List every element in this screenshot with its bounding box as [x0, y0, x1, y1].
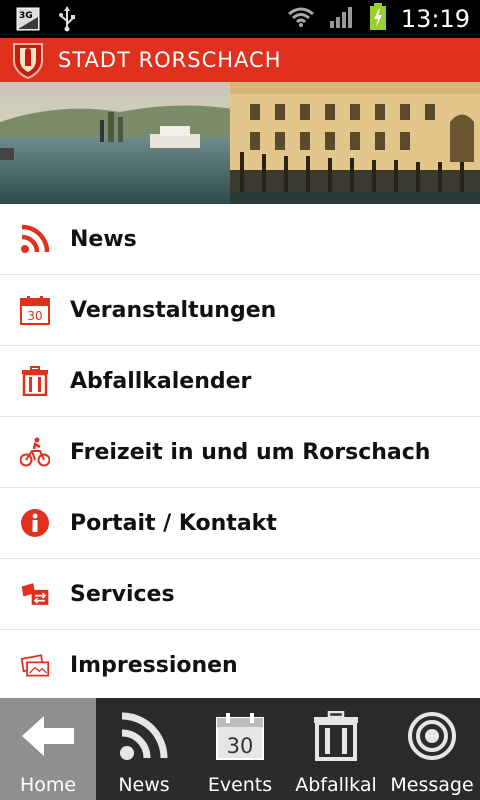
menu-item-label: Portait / Kontakt — [70, 510, 277, 536]
tab-label: News — [118, 774, 170, 796]
tab-label: Message — [390, 774, 474, 796]
svg-text:3G: 3G — [19, 11, 33, 21]
bottom-tab-bar: Home News 30 Events Abfallkal Message — [0, 698, 480, 800]
menu-item-abfallkalender[interactable]: Abfallkalender — [0, 346, 480, 417]
menu-item-label: News — [70, 226, 137, 252]
tab-home[interactable]: Home — [0, 698, 96, 800]
wifi-icon — [287, 6, 315, 32]
tab-message[interactable]: Message — [384, 698, 480, 800]
app-brand-title: STADT RORSCHACH — [58, 48, 282, 72]
tab-label: Events — [207, 774, 273, 796]
menu-item-impressionen[interactable]: Impressionen — [0, 630, 480, 701]
menu-item-services[interactable]: Services — [0, 559, 480, 630]
rss-icon — [116, 708, 172, 764]
battery-charging-icon — [369, 3, 387, 35]
rss-icon — [20, 224, 50, 254]
svg-text:30: 30 — [27, 309, 42, 323]
city-crest-logo — [8, 40, 48, 80]
menu-item-label: Abfallkalender — [70, 368, 252, 394]
services-icon — [20, 579, 50, 609]
main-menu: News 30 Veranstaltungen Abfallkalender F… — [0, 204, 480, 701]
tab-news[interactable]: News — [96, 698, 192, 800]
svg-text:30: 30 — [227, 734, 254, 758]
status-clock: 13:19 — [400, 5, 470, 33]
back-arrow-icon — [20, 708, 76, 764]
photos-icon — [20, 650, 50, 680]
app-header: STADT RORSCHACH — [0, 38, 480, 82]
info-icon — [20, 508, 50, 538]
harbor-banner-image — [0, 82, 480, 204]
calendar-icon: 30 — [212, 708, 268, 764]
menu-item-label: Impressionen — [70, 652, 238, 678]
menu-item-veranstaltungen[interactable]: 30 Veranstaltungen — [0, 275, 480, 346]
menu-item-label: Services — [70, 581, 175, 607]
menu-item-portait-kontakt[interactable]: Portait / Kontakt — [0, 488, 480, 559]
network-3g-icon: 3G — [16, 7, 40, 35]
status-bar: 3G 13:19 — [0, 0, 480, 38]
trash-bin-icon — [308, 708, 364, 764]
cyclist-icon — [20, 437, 50, 467]
menu-item-label: Freizeit in und um Rorschach — [70, 439, 431, 465]
tab-events[interactable]: 30 Events — [192, 698, 288, 800]
tab-label: Home — [19, 774, 77, 796]
usb-icon — [58, 6, 76, 36]
menu-item-freizeit[interactable]: Freizeit in und um Rorschach — [0, 417, 480, 488]
tab-label: Abfallkal — [295, 774, 377, 796]
menu-item-news[interactable]: News — [0, 204, 480, 275]
target-icon — [404, 708, 460, 764]
calendar-icon: 30 — [20, 295, 50, 325]
signal-icon — [329, 5, 355, 33]
menu-item-label: Veranstaltungen — [70, 297, 277, 323]
tab-abfallkal[interactable]: Abfallkal — [288, 698, 384, 800]
trash-bin-icon — [20, 366, 50, 396]
